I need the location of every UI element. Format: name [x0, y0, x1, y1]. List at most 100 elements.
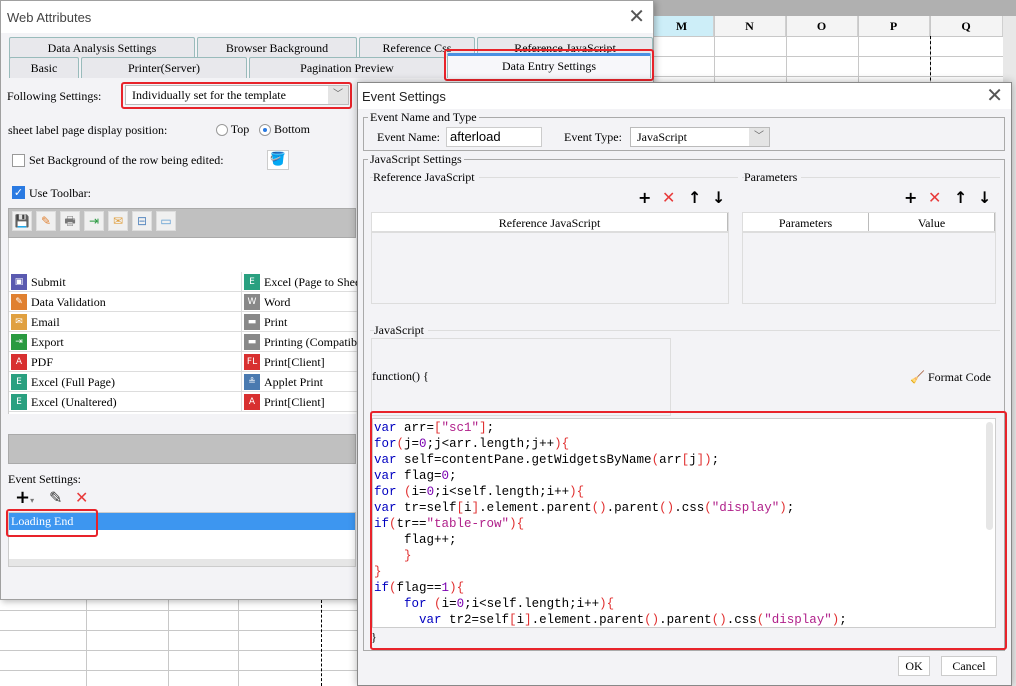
toolbar-button-option[interactable]: E Excel (Page to Sheet) [241, 272, 357, 292]
toolbar-button-label: Print [264, 314, 288, 329]
email-icon[interactable]: ✉ [108, 211, 128, 231]
tab-pagination-preview[interactable]: Pagination Preview [249, 57, 445, 78]
dialog-title: Web Attributes [7, 9, 92, 25]
close-icon[interactable]: ✕ [986, 86, 1003, 106]
group-title: Event Name and Type [368, 110, 479, 125]
event-name-type-group: Event Name and Type Event Name: afterloa… [363, 110, 1005, 151]
ok-button[interactable]: OK [898, 656, 930, 676]
cancel-button[interactable]: Cancel [941, 656, 997, 676]
toolbar-button-option[interactable]: ▬ Printing (Compatible) [241, 332, 357, 352]
code-line: flag++; [374, 533, 457, 547]
code-editor[interactable]: var arr=["sc1"]; for(j=0;j<arr.length;j++… [372, 418, 996, 628]
grid-col-line [86, 600, 87, 686]
window-icon[interactable]: ▭ [156, 211, 176, 231]
use-toolbar-checkbox[interactable]: ✓ [12, 186, 25, 199]
following-settings-value: Individually set for the template [132, 88, 286, 102]
tab-data-analysis-settings[interactable]: Data Analysis Settings [9, 37, 195, 58]
toolbar-button-option[interactable]: A Print[Client] [241, 392, 357, 412]
add-parameter-icon[interactable]: + [904, 190, 917, 206]
toolbar-button-option[interactable]: E Excel (Full Page) [9, 372, 239, 392]
following-settings-select[interactable]: Individually set for the template ﹀ [125, 85, 349, 105]
tab-basic[interactable]: Basic [9, 57, 79, 78]
tab-printer-server[interactable]: Printer(Server) [81, 57, 247, 78]
export-icon: ⇥ [11, 334, 27, 350]
radio-top[interactable]: Top [216, 122, 249, 137]
save-icon[interactable]: 💾 [12, 211, 32, 231]
print-icon: ▬ [244, 334, 260, 350]
delete-parameter-icon[interactable]: ✕ [928, 190, 941, 206]
toolbar-button-option[interactable]: ✉ Email [9, 312, 239, 332]
print-icon[interactable]: 🖶 [60, 211, 80, 231]
function-header-area: function() { [371, 338, 671, 416]
button-list-row: E Excel (Unaltered) A Print[Client] [9, 392, 357, 412]
horizontal-scrollbar[interactable] [9, 559, 355, 566]
toolbar-button-label: Applet Print [264, 374, 323, 389]
column-header-o[interactable]: O [786, 16, 858, 36]
data-validation-icon: ✎ [11, 294, 27, 310]
add-event-icon[interactable]: +▾ [15, 489, 34, 509]
grid-col-line [238, 600, 239, 686]
code-scrollbar[interactable] [986, 422, 993, 530]
add-ref-js-icon[interactable]: + [638, 190, 651, 206]
column-header-q[interactable]: Q [930, 16, 1003, 36]
radio-bottom[interactable]: Bottom [259, 122, 310, 137]
applet-print-icon: ≗ [244, 374, 260, 390]
event-item-loading-end[interactable]: Loading End [9, 513, 355, 530]
move-down-icon[interactable]: ↓ [712, 190, 725, 206]
export-icon[interactable]: ⇥ [84, 211, 104, 231]
toolbar-button-option[interactable]: ✎ Data Validation [9, 292, 239, 312]
toolbar-button-option[interactable]: A PDF [9, 352, 239, 372]
toolbar-button-option[interactable]: E Excel (Unaltered) [9, 392, 239, 412]
edit-pencil-icon[interactable]: ✎ [49, 490, 62, 506]
tab-data-entry-settings[interactable]: Data Entry Settings [447, 53, 651, 78]
data-validation-icon[interactable]: ✎ [36, 211, 56, 231]
code-line: var tr=self[i].element.parent().parent()… [374, 501, 795, 515]
chevron-down-icon: ﹀ [328, 86, 348, 104]
sheet-top-bar [650, 0, 1016, 16]
toolbar-button-option[interactable]: FL Print[Client] [241, 352, 357, 372]
event-settings-label: Event Settings: [8, 472, 81, 486]
toolbar-button-label: Excel (Full Page) [31, 374, 115, 389]
button-list-row: E Excel (Full Page) ≗ Applet Print [9, 372, 357, 392]
set-background-checkbox[interactable] [12, 154, 25, 167]
toolbar-button-option[interactable]: ▬ Print [241, 312, 357, 332]
move-up-icon[interactable]: ↑ [688, 190, 701, 206]
move-down-icon[interactable]: ↓ [978, 190, 991, 206]
paint-bucket-icon[interactable]: 🪣 [267, 150, 289, 170]
pdf-icon: A [11, 354, 27, 370]
toolbar-button-option[interactable]: ⇥ Export [9, 332, 239, 352]
toolbar-button-option[interactable]: ▣ Submit [9, 272, 239, 292]
tree-icon[interactable]: ⊟ [132, 211, 152, 231]
format-code-button[interactable]: 🧹 Format Code [910, 370, 991, 385]
delete-x-icon[interactable]: ✕ [75, 490, 88, 506]
toolbar-button-label: PDF [31, 354, 54, 369]
toolbar-button-label: Email [31, 314, 60, 329]
column-header-p[interactable]: P [858, 16, 930, 36]
radio-circle-selected [259, 124, 271, 137]
broom-icon: 🧹 [910, 370, 925, 384]
event-type-select[interactable]: JavaScript ﹀ [630, 127, 770, 147]
excel-icon: E [11, 394, 27, 410]
dialog-title: Event Settings [362, 88, 446, 104]
radio-circle [216, 124, 228, 137]
toolbar-button-option[interactable]: W Word [241, 292, 357, 312]
close-icon[interactable]: ✕ [628, 7, 645, 27]
toolbar-button-label: Export [31, 334, 64, 349]
group-title: JavaScript Settings [368, 152, 464, 167]
reference-js-table: Reference JavaScript [371, 212, 729, 304]
toolbar-button-option[interactable]: ≗ Applet Print [241, 372, 357, 392]
delete-ref-js-icon[interactable]: ✕ [662, 190, 675, 206]
column-header-m[interactable]: M [650, 16, 714, 36]
tab-browser-background[interactable]: Browser Background [197, 37, 357, 58]
grid-row-line [650, 36, 1003, 37]
event-type-value: JavaScript [637, 130, 687, 144]
move-up-icon[interactable]: ↑ [954, 190, 967, 206]
code-line: if(flag==1){ [374, 581, 465, 595]
toolbar-buttons-list: ▣ Submit E Excel (Page to Sheet) ✎ Data Valid… [8, 238, 357, 414]
code-line: } [404, 549, 412, 563]
button-list-row: ✉ Email ▬ Print [9, 312, 357, 332]
grid-row-line [650, 76, 1003, 77]
code-line: if(tr=="table-row"){ [374, 517, 525, 531]
column-header-n[interactable]: N [714, 16, 786, 36]
event-name-input[interactable]: afterload [446, 127, 542, 147]
